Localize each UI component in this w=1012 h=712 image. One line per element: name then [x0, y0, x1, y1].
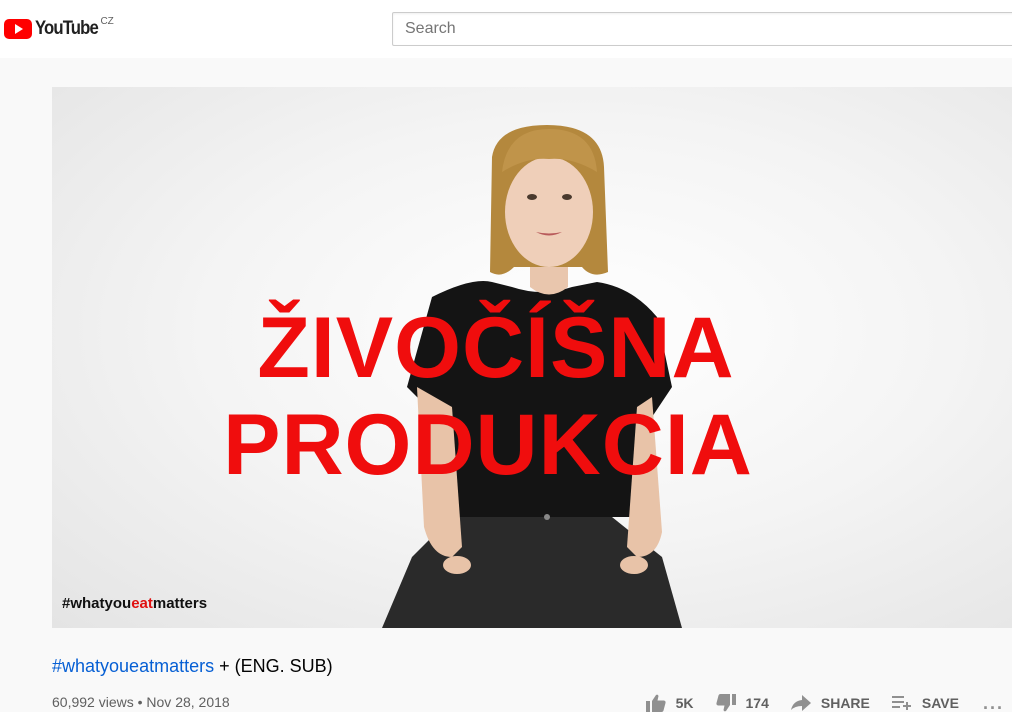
search-box[interactable] [392, 12, 1012, 46]
youtube-play-icon [4, 19, 32, 39]
video-player[interactable]: ŽIVOČÍŠNA PRODUKCIA #whatyoueatmatters [52, 87, 1012, 628]
hashtag-part: #whatyou [62, 595, 132, 612]
like-button[interactable]: 5K [645, 694, 694, 712]
share-label: SHARE [820, 695, 870, 711]
dislike-button[interactable]: 174 [715, 694, 769, 712]
youtube-logo[interactable]: YouTube CZ [4, 16, 114, 40]
title-hashtag-link[interactable]: #whatyoueatmatters [52, 656, 214, 676]
country-code: CZ [100, 16, 114, 27]
search-input[interactable] [393, 13, 1012, 45]
save-button[interactable]: SAVE [891, 695, 959, 711]
hashtag-part: matters [152, 595, 208, 612]
masthead: YouTube CZ [0, 0, 1012, 58]
video-title: #whatyoueatmatters + (ENG. SUB) [52, 654, 333, 678]
video-overlay-hashtag: #whatyoueatmatters [62, 595, 207, 612]
dislike-count: 174 [745, 695, 769, 711]
video-actions: 5K 174 SHARE SAVE ... [624, 692, 1004, 712]
thumbs-down-icon [715, 694, 736, 712]
meta-separator: • [133, 694, 147, 710]
upload-date: Nov 28, 2018 [146, 694, 230, 710]
save-label: SAVE [921, 695, 959, 711]
title-text: + (ENG. SUB) [214, 656, 333, 676]
more-actions-button[interactable]: ... [983, 693, 1004, 712]
logo-text: YouTube [35, 18, 99, 39]
video-overlay-title-line2: PRODUKCIA [223, 397, 753, 493]
hashtag-highlight: eat [131, 595, 153, 612]
video-overlay-title-line1: ŽIVOČÍŠNA [257, 300, 735, 396]
view-count: 60,992 views [52, 694, 134, 710]
share-button[interactable]: SHARE [790, 695, 870, 711]
more-horizontal-icon: ... [982, 692, 1004, 712]
share-arrow-icon [790, 695, 811, 711]
like-count: 5K [675, 695, 694, 711]
youtube-watch-page: YouTube CZ Search ŽIVOČÍŠNA PRODUKCIA #w… [0, 0, 1012, 712]
playlist-add-icon [891, 696, 911, 710]
thumbs-up-icon [645, 694, 666, 712]
video-meta: 60,992 views • Nov 28, 2018 [52, 692, 230, 712]
